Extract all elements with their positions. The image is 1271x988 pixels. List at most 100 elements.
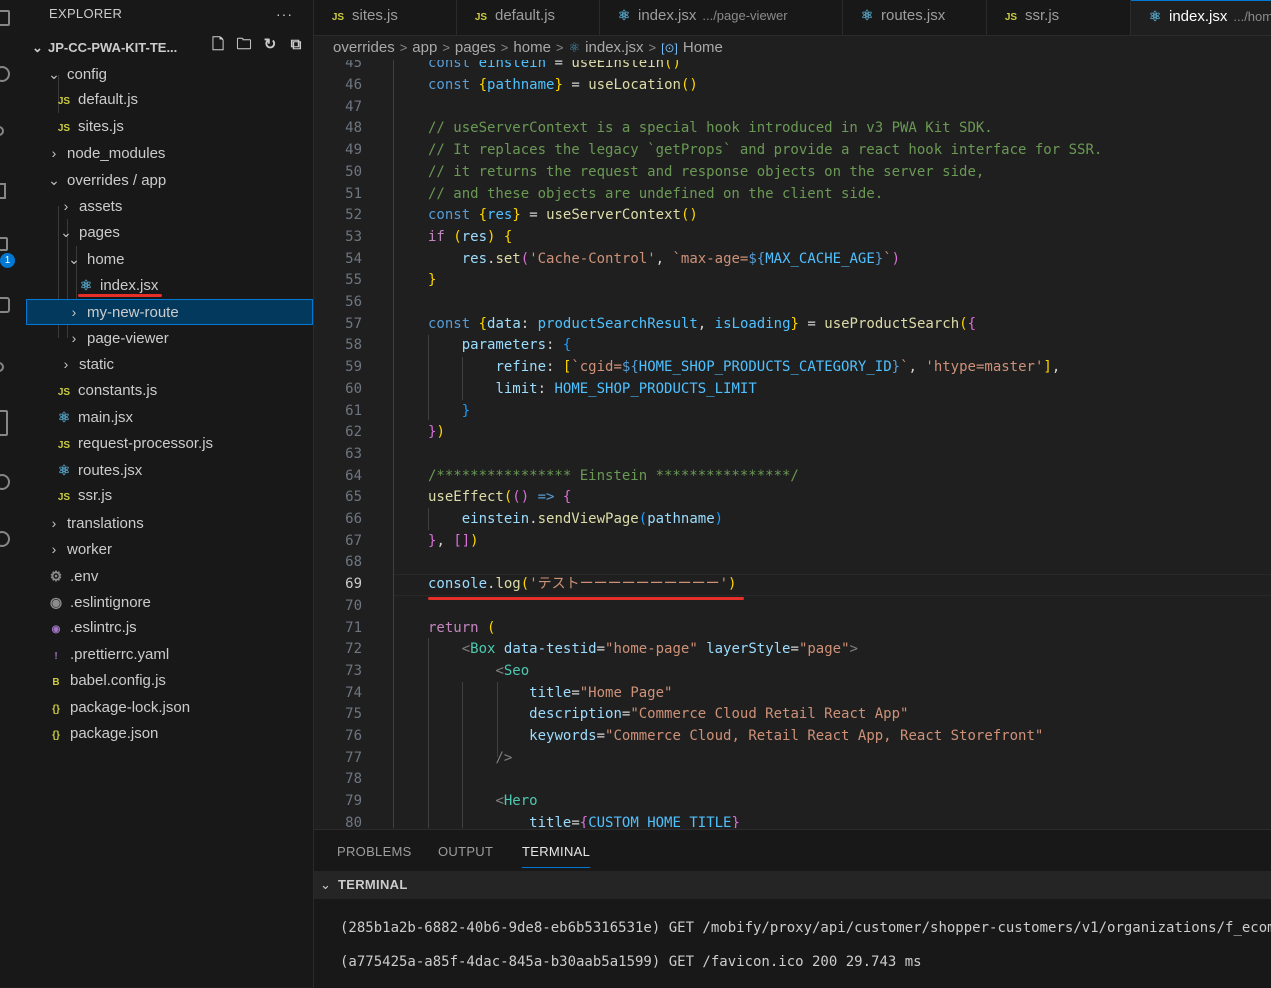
code-line: 57 const {data: productSearchResult, isLo…: [314, 314, 1271, 336]
chevron-down-icon: ⌄: [68, 251, 80, 267]
tree-file[interactable]: {} package-lock.json: [26, 695, 313, 721]
testing-icon[interactable]: [0, 362, 4, 372]
line-number: 57: [345, 315, 362, 332]
tree-folder[interactable]: › static: [26, 351, 313, 377]
tree-folder[interactable]: ⌄ overrides / app: [26, 167, 313, 193]
extensions-icon[interactable]: [0, 237, 8, 251]
tree-item-label: index.jsx: [100, 277, 159, 294]
tree-file[interactable]: JS ssr.js: [26, 483, 313, 509]
line-number: 76: [345, 728, 362, 744]
line-number: 60: [345, 380, 362, 397]
line-number: 61: [345, 402, 362, 419]
timeline-icon[interactable]: [0, 474, 10, 490]
line-number: 72: [345, 641, 362, 658]
tree-item-label: .prettierrc.yaml: [70, 646, 170, 663]
source-control-icon[interactable]: [0, 126, 4, 136]
line-number: 68: [345, 554, 362, 571]
line-number: 47: [345, 98, 362, 115]
tree-item-label: config: [67, 66, 108, 83]
json-file-icon: {}: [52, 704, 60, 715]
accounts-icon[interactable]: [0, 531, 10, 547]
code-text: // it returns the request and response o…: [428, 163, 985, 180]
terminal-section-header[interactable]: ⌄ TERMINAL: [314, 871, 1271, 899]
code-line: 71 return (: [314, 618, 1271, 640]
chevron-right-icon: >: [648, 40, 657, 55]
panel-tabs: PROBLEMS OUTPUT TERMINAL: [314, 830, 1271, 870]
editor-tab[interactable]: ⚛ index.jsx .../home: [1131, 0, 1271, 35]
breadcrumb-item[interactable]: app: [412, 39, 437, 56]
collapse-all-icon[interactable]: ⧉: [287, 36, 305, 54]
tree-folder[interactable]: ⌄ home: [26, 246, 313, 272]
editor-tab[interactable]: ⚛ routes.jsx: [843, 0, 987, 35]
code-text: limit: HOME_SHOP_PRODUCTS_LIMIT: [495, 380, 757, 397]
js-file-icon: JS: [474, 12, 488, 23]
breadcrumb: overrides > app > pages > home > ⚛ index.jsx > [⊙] H…: [333, 36, 723, 60]
tree-file[interactable]: ⚙ .env: [26, 563, 313, 589]
new-file-icon[interactable]: 🗋: [209, 36, 227, 54]
line-number: 58: [345, 337, 362, 354]
tree-folder[interactable]: ⌄ config: [26, 61, 313, 87]
tree-file[interactable]: ! .prettierrc.yaml: [26, 642, 313, 668]
remote-icon[interactable]: [0, 297, 10, 313]
code-line: 61 }: [314, 401, 1271, 423]
run-debug-icon[interactable]: [0, 183, 6, 199]
tree-file[interactable]: ⚛ main.jsx: [26, 404, 313, 430]
breadcrumb-item[interactable]: Home: [683, 39, 723, 56]
tree-folder[interactable]: › node_modules: [26, 140, 313, 166]
panel-tab[interactable]: OUTPUT: [438, 844, 493, 859]
panel-tab[interactable]: TERMINAL: [522, 844, 591, 868]
tab-label: index.jsx: [638, 7, 697, 24]
react-icon: ⚛: [568, 40, 581, 55]
refresh-icon[interactable]: ↻: [261, 36, 279, 54]
breadcrumb-item[interactable]: home: [513, 39, 551, 56]
search-icon[interactable]: [0, 66, 10, 82]
explorer-sidebar: EXPLORER ··· ⌄ JP-CC-PWA-KIT-TE... 🗋 🗀 ↻…: [26, 0, 314, 987]
tree-item-label: default.js: [78, 91, 139, 108]
chevron-right-icon: ›: [63, 198, 69, 214]
editor-tab[interactable]: JS default.js: [457, 0, 600, 35]
line-number: 56: [345, 294, 362, 310]
tree-item-label: node_modules: [67, 145, 166, 162]
tree-file[interactable]: ◉ .eslintrc.js: [26, 615, 313, 641]
tree-file[interactable]: JS request-processor.js: [26, 431, 313, 457]
tree-folder[interactable]: › worker: [26, 536, 313, 562]
line-number: 71: [345, 619, 362, 636]
tree-file[interactable]: JS sites.js: [26, 114, 313, 140]
tab-label: ssr.js: [1025, 7, 1060, 24]
tree-file[interactable]: ⚛ index.jsx: [26, 272, 313, 298]
tree-folder[interactable]: › assets: [26, 193, 313, 219]
tree-item-label: sites.js: [78, 118, 124, 135]
tree-file[interactable]: ⚛ routes.jsx: [26, 457, 313, 483]
tree-folder[interactable]: › translations: [26, 510, 313, 536]
editor-tab[interactable]: JS ssr.js: [987, 0, 1131, 35]
breadcrumb-item[interactable]: pages: [455, 39, 496, 56]
line-number: 49: [345, 142, 362, 159]
tree-file[interactable]: ◉ .eslintignore: [26, 589, 313, 615]
docker-icon[interactable]: [0, 410, 8, 436]
chevron-right-icon: ›: [63, 356, 69, 372]
breadcrumb-item[interactable]: overrides: [333, 39, 395, 56]
tree-item-label: overrides / app: [67, 172, 167, 189]
tree-item-label: translations: [67, 515, 144, 532]
panel-tab[interactable]: PROBLEMS: [337, 844, 412, 859]
code-text: <Box data-testid="home-page" layerStyle=…: [461, 641, 858, 658]
more-actions-icon[interactable]: ···: [276, 0, 293, 28]
code-line: 76 keywords="Commerce Cloud, Retail Reac…: [314, 726, 1271, 748]
code-text: const einstein = useEinstein(): [428, 60, 681, 71]
code-line: 67}, []): [314, 531, 1271, 553]
editor-tab[interactable]: ⚛ index.jsx .../page-viewer: [600, 0, 843, 35]
tree-folder[interactable]: › my-new-route: [26, 299, 313, 325]
editor-tab[interactable]: JS sites.js: [314, 0, 457, 35]
code-editor[interactable]: 45 const einstein = useEinstein() 46 const …: [314, 60, 1271, 828]
tree-folder[interactable]: › page-viewer: [26, 325, 313, 351]
tree-folder[interactable]: ⌄ pages: [26, 219, 313, 245]
new-folder-icon[interactable]: 🗀: [235, 36, 253, 54]
files-icon[interactable]: [0, 10, 10, 26]
breadcrumb-item[interactable]: index.jsx: [585, 39, 643, 56]
tree-file[interactable]: JS constants.js: [26, 378, 313, 404]
project-root[interactable]: ⌄ JP-CC-PWA-KIT-TE... 🗋 🗀 ↻ ⧉: [26, 30, 313, 60]
tree-file[interactable]: Bbabel.config.js: [26, 668, 313, 694]
tree-file[interactable]: JS default.js: [26, 87, 313, 113]
code-line: 73 <Seo: [314, 661, 1271, 683]
tree-file[interactable]: {} package.json: [26, 721, 313, 747]
